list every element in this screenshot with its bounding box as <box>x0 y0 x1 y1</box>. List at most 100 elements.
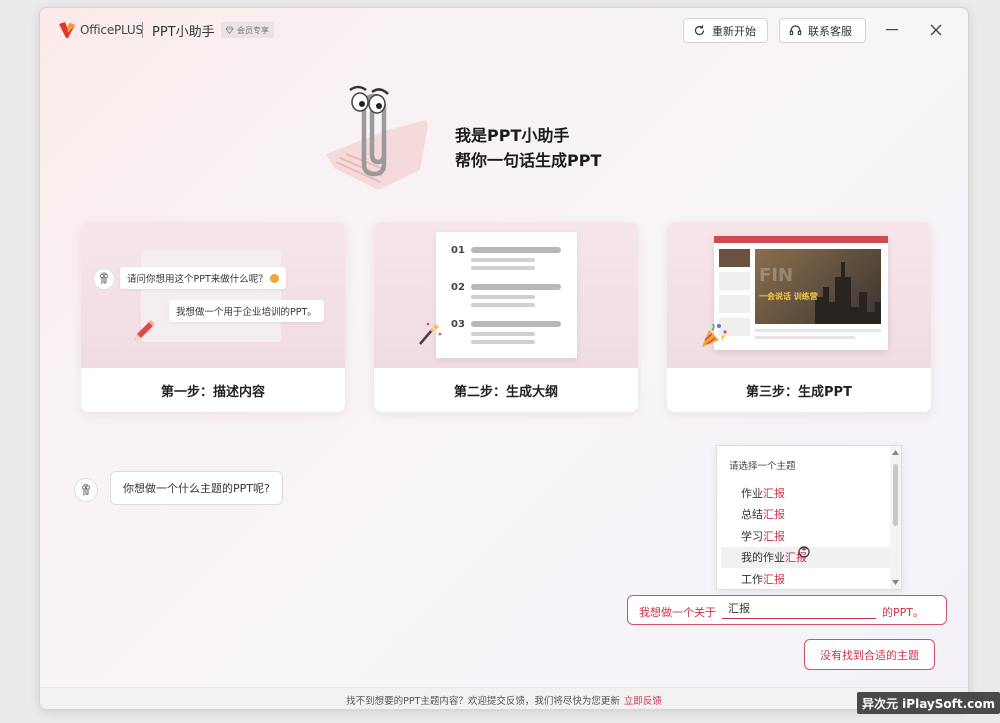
brand-name: OfficePLUS <box>80 23 143 37</box>
outline-number-2: 02 <box>451 282 465 293</box>
theme-option-suffix: 汇报 <box>763 529 785 543</box>
topic-input-suffix: 的PPT。 <box>882 606 924 619</box>
theme-dropdown-title: 请选择一个主题 <box>729 461 796 472</box>
officeplus-logo: OfficePLUS <box>58 21 143 39</box>
ppt-slide-banner: 一会说话 训练营 <box>759 292 818 301</box>
scroll-up-icon[interactable] <box>892 450 899 455</box>
watermark: 异次元 iPlaySoft.com <box>857 692 1000 714</box>
outline-bar <box>471 340 535 344</box>
theme-option[interactable]: 研究生汇报 <box>721 590 892 591</box>
restart-label: 重新开始 <box>712 24 756 38</box>
ppt-preview: FIN 一会说话 训练营 <box>714 236 888 350</box>
theme-dropdown[interactable]: 请选择一个主题 作业汇报总结汇报学习汇报我的作业汇报工作汇报研究生汇报 <box>716 445 902 590</box>
refresh-icon <box>694 25 705 36</box>
topic-input[interactable]: 汇报 <box>722 602 876 619</box>
theme-option-suffix: 汇报 <box>763 508 785 521</box>
title-divider <box>142 22 143 38</box>
no-suitable-theme-button[interactable]: 没有找到合适的主题 <box>804 639 935 670</box>
outline-bar <box>471 321 561 327</box>
theme-option[interactable]: 作业 汇报 <box>721 482 892 503</box>
clippy-avatar <box>93 268 115 290</box>
outline-number-1: 01 <box>451 245 465 256</box>
step-3-illustration: FIN 一会说话 训练营 <box>667 222 931 368</box>
close-button[interactable] <box>925 20 947 40</box>
theme-option[interactable]: 工作 汇报 <box>721 568 892 589</box>
no-suitable-theme-label: 没有找到合适的主题 <box>820 648 919 662</box>
footer-text: 找不到想要的PPT主题内容？欢迎提交反馈，我们将尽快为您更新 <box>346 695 620 707</box>
pencil-icon <box>135 320 155 340</box>
ppt-notes-line <box>755 336 855 339</box>
watermark-text: 异次元 iPlaySoft.com <box>862 696 996 711</box>
theme-dropdown-scrollbar[interactable] <box>890 446 901 589</box>
chat-panel <box>141 250 281 342</box>
party-popper-icon <box>702 323 727 347</box>
clippy-small-icon <box>82 483 90 495</box>
outline-bar <box>471 266 535 270</box>
hero-line-1: 我是PPT小助手 <box>455 126 570 145</box>
assistant-question-bubble: 你想做一个什么主题的PPT呢? <box>110 471 283 505</box>
app-title: PPT小助手 <box>152 25 215 40</box>
ppt-thumb <box>719 272 750 290</box>
clippy-avatar <box>74 478 98 502</box>
minimize-button[interactable] <box>881 20 903 40</box>
officeplus-logo-icon <box>58 21 76 39</box>
clippy-small-icon <box>100 272 108 284</box>
outline-number-3: 03 <box>451 319 465 330</box>
outline-bar <box>471 284 561 290</box>
feedback-link[interactable]: 立即反馈 <box>624 693 662 707</box>
scrollbar-thumb[interactable] <box>893 464 898 526</box>
step-1-answer-bubble: 我想做一个用于企业培训的PPT。 <box>169 300 324 322</box>
theme-option[interactable]: 学习 汇报 <box>721 525 892 546</box>
clippy-mascot <box>326 66 440 198</box>
contact-support-button[interactable]: 联系客服 <box>779 18 866 43</box>
step-1-illustration: 请问你想用这个PPT来做什么呢？ 我想做一个用于企业培训的PPT。 <box>81 222 345 368</box>
app-window: OfficePLUS PPT小助手 会员专享 重新开始 联系客服 我是PPT小助… <box>39 7 969 710</box>
topic-input-prefix: 我想做一个关于 <box>639 606 716 619</box>
restart-button[interactable]: 重新开始 <box>683 18 768 43</box>
step-2-illustration: 01 02 03 <box>374 222 638 368</box>
step-1-answer-text: 我想做一个用于企业培训的PPT。 <box>176 307 317 318</box>
step-3-card[interactable]: FIN 一会说话 训练营 第三步：生成PPT <box>667 222 931 412</box>
feedback-footer: 找不到想要的PPT主题内容？欢迎提交反馈，我们将尽快为您更新 立即反馈 <box>40 687 968 709</box>
step-1-label: 第一步：描述内容 <box>160 384 265 400</box>
step-1-question-text: 请问你想用这个PPT来做什么呢？ <box>127 274 268 285</box>
hero-line-2: 帮你一句话生成PPT <box>455 151 602 170</box>
theme-option-prefix: 我的作业 <box>741 551 785 564</box>
step-2-label: 第二步：生成大纲 <box>453 384 558 400</box>
theme-option-suffix: 汇报 <box>763 572 785 586</box>
outline-bar <box>471 303 535 307</box>
step-3-label: 第三步：生成PPT <box>746 384 852 400</box>
member-badge: 会员专享 <box>221 22 274 38</box>
outline-bar <box>471 295 535 299</box>
ppt-preview-titlebar <box>714 236 888 243</box>
ppt-main-slide: FIN 一会说话 训练营 <box>755 249 881 324</box>
assistant-question-text: 你想做一个什么主题的PPT呢? <box>123 482 270 495</box>
outline-document: 01 02 03 <box>436 232 577 358</box>
city-skyline-icon <box>815 262 881 324</box>
headset-icon <box>789 25 802 36</box>
ppt-thumb <box>719 249 750 267</box>
step-1-card[interactable]: 请问你想用这个PPT来做什么呢？ 我想做一个用于企业培训的PPT。 第一步：描述… <box>81 222 345 412</box>
theme-option-suffix: 汇报 <box>763 486 785 500</box>
close-icon <box>930 24 942 36</box>
scroll-down-icon[interactable] <box>892 580 899 585</box>
clippy-icon <box>326 85 428 190</box>
mouse-cursor-icon <box>798 546 810 558</box>
theme-option-prefix: 作业 <box>741 486 763 500</box>
minimize-icon <box>886 29 898 31</box>
magic-wand-icon <box>419 322 442 345</box>
ppt-notes-line <box>755 329 881 332</box>
diamond-icon <box>225 26 234 34</box>
topic-input-row: 我想做一个关于 汇报 的PPT。 <box>627 595 947 625</box>
ppt-slide-ghost-text: FIN <box>759 265 794 286</box>
outline-bar <box>471 258 535 262</box>
step-2-card[interactable]: 01 02 03 第二步：生成大纲 <box>374 222 638 412</box>
outline-bar <box>471 332 535 336</box>
ppt-thumb <box>719 295 750 313</box>
theme-option-prefix: 学习 <box>741 529 763 543</box>
outline-bar <box>471 247 561 253</box>
emoji-icon <box>269 273 279 283</box>
theme-option[interactable]: 总结 汇报 <box>721 504 892 525</box>
theme-option-prefix: 工作 <box>741 572 763 586</box>
member-badge-label: 会员专享 <box>237 25 269 35</box>
